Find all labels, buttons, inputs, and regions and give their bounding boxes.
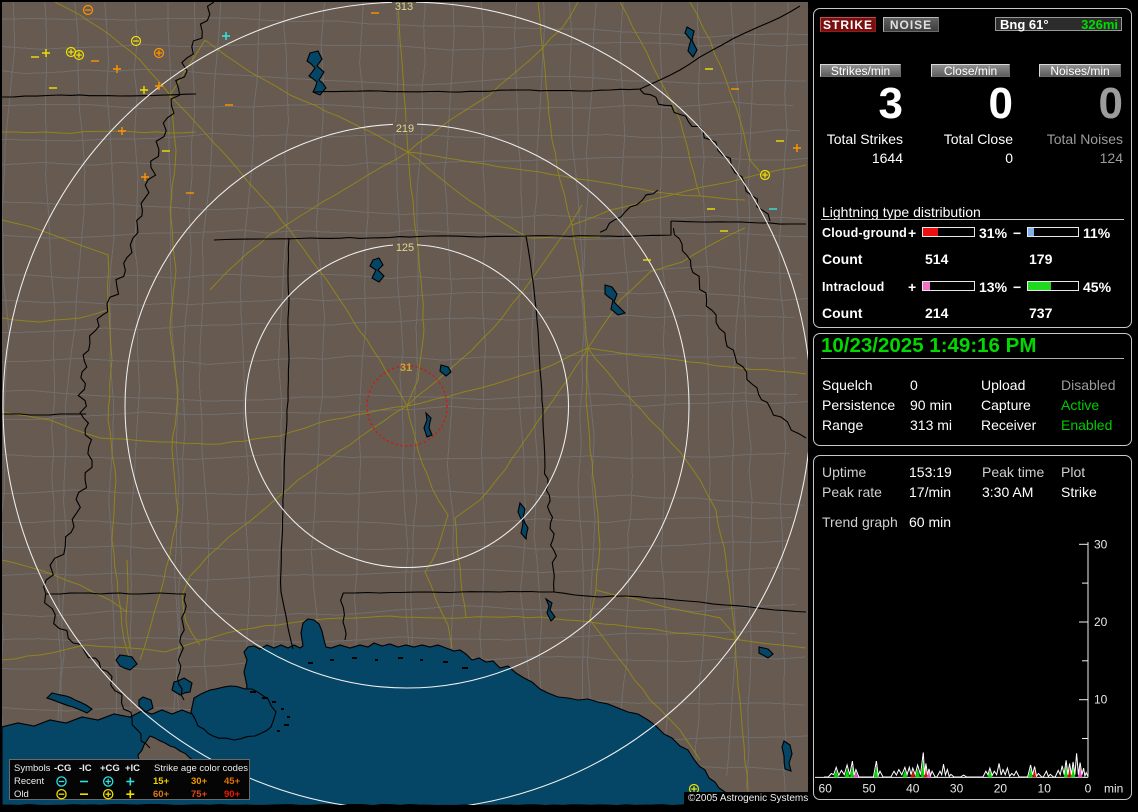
svg-text:20: 20: [1094, 615, 1108, 629]
svg-text:30: 30: [950, 781, 964, 795]
svg-text:10: 10: [1038, 781, 1052, 795]
svg-text:20: 20: [994, 781, 1008, 795]
svg-text:125: 125: [396, 242, 414, 254]
svg-text:0: 0: [1085, 781, 1092, 795]
svg-text:40: 40: [906, 781, 920, 795]
svg-text:60: 60: [819, 781, 833, 795]
svg-text:min: min: [1104, 781, 1123, 795]
svg-text:313: 313: [395, 1, 413, 13]
svg-text:30: 30: [1094, 537, 1108, 551]
svg-text:10: 10: [1094, 693, 1108, 707]
svg-text:50: 50: [862, 781, 876, 795]
svg-text:31: 31: [400, 362, 412, 374]
svg-text:219: 219: [396, 123, 414, 135]
